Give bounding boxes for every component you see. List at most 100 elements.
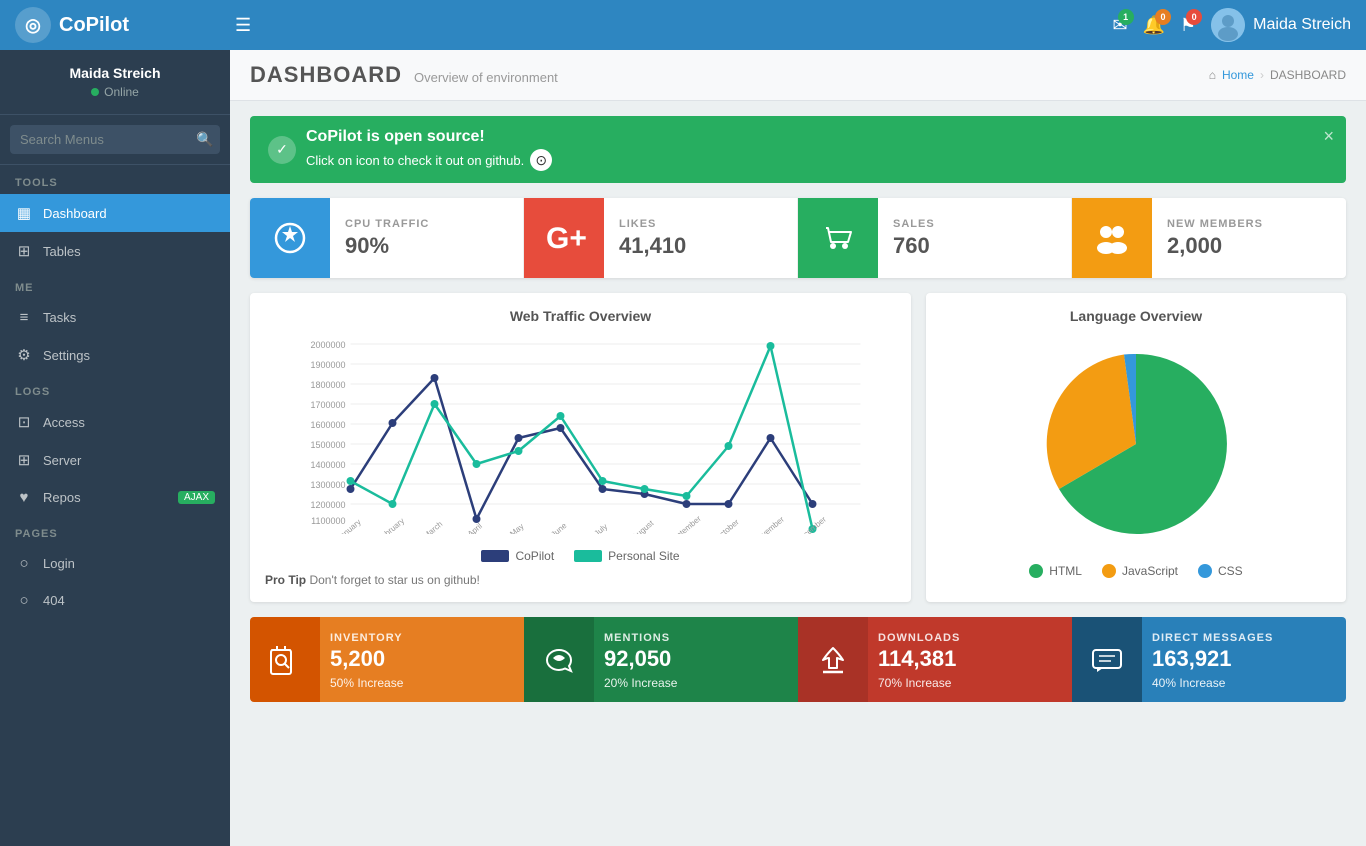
legend-css: CSS <box>1198 564 1243 578</box>
inventory-footer: 50% Increase <box>320 672 524 698</box>
alert-close-button[interactable]: × <box>1323 126 1334 147</box>
flag-button[interactable]: ⚑ 0 <box>1180 15 1196 36</box>
bell-button[interactable]: 🔔 0 <box>1143 15 1165 36</box>
server-icon: ⊞ <box>15 451 33 469</box>
search-icon: 🔍 <box>196 131 213 148</box>
username-display: Maida Streich <box>1253 16 1351 34</box>
messages-footer: 40% Increase <box>1142 672 1346 698</box>
search-input-wrap: 🔍 <box>10 125 220 154</box>
sales-icon-box <box>798 198 878 278</box>
stat-members: NEW MEMBERS 2,000 <box>1072 198 1346 278</box>
svg-text:1500000: 1500000 <box>310 440 345 450</box>
main-layout: Maida Streich Online 🔍 TOOLS ▦ Dashboard… <box>0 50 1366 846</box>
access-icon: ⊡ <box>15 413 33 431</box>
stat-cpu: CPU TRAFFIC 90% <box>250 198 524 278</box>
sidebar-label-settings: Settings <box>43 348 90 363</box>
members-info: NEW MEMBERS 2,000 <box>1152 208 1346 269</box>
sidebar-item-access[interactable]: ⊡ Access <box>0 403 230 441</box>
sidebar-search: 🔍 <box>0 115 230 165</box>
home-icon: ⌂ <box>1209 68 1216 82</box>
section-logs: LOGS <box>0 374 230 403</box>
alert-title: CoPilot is open source! <box>306 128 552 146</box>
bottom-stat-inventory: INVENTORY 5,200 50% Increase <box>250 617 524 702</box>
sidebar-status: Online <box>15 85 215 99</box>
svg-text:September: September <box>667 514 703 534</box>
svg-text:April: April <box>466 521 484 534</box>
inventory-label: INVENTORY <box>320 622 524 646</box>
bottom-stat-mentions: MENTIONS 92,050 20% Increase <box>524 617 798 702</box>
legend-copilot-color <box>481 550 509 562</box>
language-chart: Language Overview <box>926 293 1346 602</box>
avatar <box>1211 8 1245 42</box>
sidebar-item-server[interactable]: ⊞ Server <box>0 441 230 479</box>
sidebar-item-login[interactable]: ○ Login <box>0 545 230 582</box>
search-input[interactable] <box>20 132 196 147</box>
section-pages: PAGES <box>0 516 230 545</box>
svg-text:March: March <box>421 519 444 534</box>
stat-likes: G+ LIKES 41,410 <box>524 198 798 278</box>
sidebar-item-settings[interactable]: ⚙ Settings <box>0 336 230 374</box>
sidebar-item-tasks[interactable]: ≡ Tasks <box>0 299 230 336</box>
sales-label: SALES <box>893 218 1056 230</box>
user-menu[interactable]: Maida Streich <box>1211 8 1351 42</box>
language-title: Language Overview <box>1070 308 1202 324</box>
mail-button[interactable]: ✉ 1 <box>1113 15 1128 36</box>
language-legend: HTML JavaScript CSS <box>1029 564 1242 578</box>
css-color <box>1198 564 1212 578</box>
html-color <box>1029 564 1043 578</box>
sales-info: SALES 760 <box>878 208 1071 269</box>
stat-sales: SALES 760 <box>798 198 1072 278</box>
legend-personal: Personal Site <box>574 549 679 563</box>
stats-row: CPU TRAFFIC 90% G+ LIKES 41,410 <box>250 198 1346 278</box>
svg-text:August: August <box>630 518 655 534</box>
svg-text:2000000: 2000000 <box>310 340 345 350</box>
members-icon-box <box>1072 198 1152 278</box>
inventory-info: INVENTORY 5,200 50% Increase <box>320 617 524 702</box>
svg-text:October: October <box>713 517 741 534</box>
svg-text:1800000: 1800000 <box>310 380 345 390</box>
section-tools: TOOLS <box>0 165 230 194</box>
mentions-icon-box <box>524 617 594 702</box>
sidebar-item-repos[interactable]: ♥ Repos AJAX <box>0 479 230 516</box>
hamburger-button[interactable]: ☰ <box>235 15 251 36</box>
inventory-value: 5,200 <box>320 646 524 672</box>
svg-text:1600000: 1600000 <box>310 420 345 430</box>
downloads-value: 114,381 <box>868 646 1072 672</box>
cpu-label: CPU TRAFFIC <box>345 218 508 230</box>
sidebar-item-404[interactable]: ○ 404 <box>0 582 230 619</box>
sidebar-label-server: Server <box>43 453 81 468</box>
sidebar-item-dashboard[interactable]: ▦ Dashboard <box>0 194 230 232</box>
content-header: DASHBOARD Overview of environment ⌂ Home… <box>230 50 1366 101</box>
members-label: NEW MEMBERS <box>1167 218 1331 230</box>
mentions-footer: 20% Increase <box>594 672 798 698</box>
alert-content: CoPilot is open source! Click on icon to… <box>306 128 552 171</box>
bell-badge: 0 <box>1155 9 1171 25</box>
404-icon: ○ <box>15 592 33 609</box>
mentions-label: MENTIONS <box>594 622 798 646</box>
css-label: CSS <box>1218 564 1243 578</box>
downloads-footer: 70% Increase <box>868 672 1072 698</box>
html-label: HTML <box>1049 564 1082 578</box>
svg-text:May: May <box>508 522 525 534</box>
github-icon[interactable]: ⊙ <box>530 149 552 171</box>
web-traffic-title: Web Traffic Overview <box>265 308 896 324</box>
legend-copilot-label: CoPilot <box>515 549 554 563</box>
sidebar-item-tables[interactable]: ⊞ Tables <box>0 232 230 270</box>
mentions-value: 92,050 <box>594 646 798 672</box>
breadcrumb-home[interactable]: Home <box>1222 68 1254 82</box>
messages-info: DIRECT MESSAGES 163,921 40% Increase <box>1142 617 1346 702</box>
legend-personal-label: Personal Site <box>608 549 679 563</box>
sidebar-label-login: Login <box>43 556 75 571</box>
svg-text:February: February <box>376 516 406 534</box>
mail-badge: 1 <box>1118 9 1134 25</box>
logo-icon: ◎ <box>15 7 51 43</box>
sidebar-profile: Maida Streich Online <box>0 50 230 115</box>
settings-icon: ⚙ <box>15 346 33 364</box>
sidebar-label-404: 404 <box>43 593 65 608</box>
cpu-icon-box <box>250 198 330 278</box>
alert-check-icon: ✓ <box>268 136 296 164</box>
svg-text:June: June <box>549 521 568 534</box>
sidebar-username: Maida Streich <box>15 65 215 81</box>
app-logo[interactable]: ◎ CoPilot <box>15 7 235 43</box>
dashboard-icon: ▦ <box>15 204 33 222</box>
